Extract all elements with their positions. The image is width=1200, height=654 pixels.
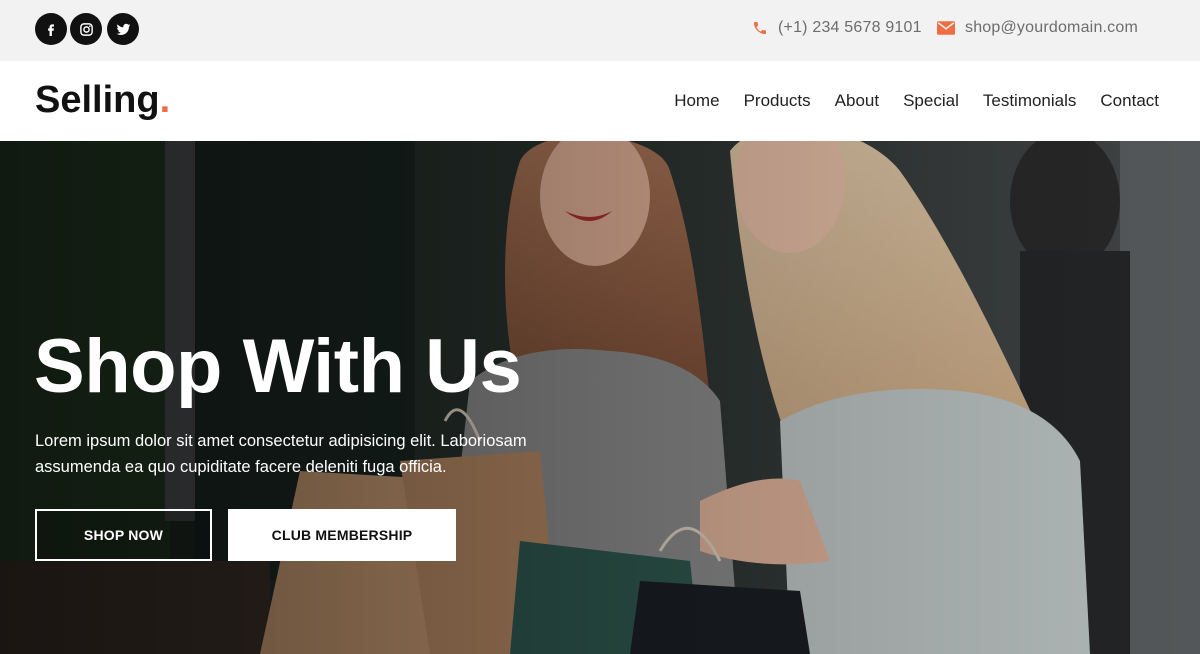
phone-contact[interactable]: (+1) 234 5678 9101 [752,19,922,37]
twitter-icon[interactable] [107,13,139,45]
instagram-icon[interactable] [70,13,102,45]
phone-number: (+1) 234 5678 9101 [778,19,922,36]
logo-text: Selling [35,79,160,121]
email-contact[interactable]: shop@yourdomain.com [937,19,1138,37]
nav-testimonials[interactable]: Testimonials [983,91,1077,111]
logo-dot: . [159,79,171,121]
shop-now-button[interactable]: SHOP NOW [35,509,212,561]
phone-icon [752,20,768,36]
site-logo[interactable]: Selling. [35,79,170,122]
nav-links: Home Products About Special Testimonials… [674,91,1159,111]
nav-contact[interactable]: Contact [1100,91,1159,111]
hero-section: Shop With Us Lorem ipsum dolor sit amet … [0,141,1200,654]
top-bar: (+1) 234 5678 9101 shop@yourdomain.com [0,0,1200,61]
nav-home[interactable]: Home [674,91,719,111]
mail-icon [937,21,955,35]
main-navbar: Selling. Home Products About Special Tes… [0,61,1200,141]
email-address: shop@yourdomain.com [965,19,1139,36]
nav-products[interactable]: Products [744,91,811,111]
nav-about[interactable]: About [835,91,879,111]
hero-title: Shop With Us [34,324,522,409]
nav-special[interactable]: Special [903,91,959,111]
hero-description: Lorem ipsum dolor sit amet consectetur a… [35,432,527,476]
facebook-icon[interactable] [35,13,67,45]
club-membership-button[interactable]: CLUB MEMBERSHIP [228,509,456,561]
